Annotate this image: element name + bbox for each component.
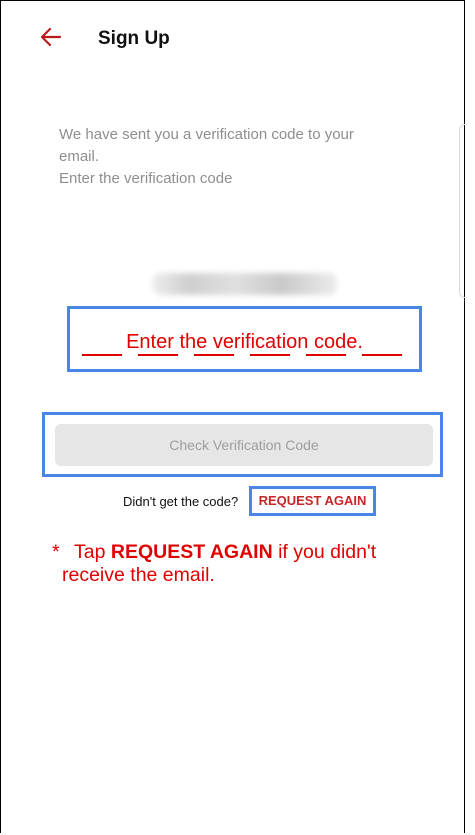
check-verification-code-button[interactable]: Check Verification Code — [55, 424, 433, 466]
instruction-line-3: Enter the verification code — [59, 170, 233, 187]
page-title: Sign Up — [98, 28, 170, 49]
code-input[interactable] — [82, 354, 404, 357]
instruction-line-2: email. — [59, 148, 100, 165]
request-again-button[interactable]: REQUEST AGAIN — [249, 486, 376, 516]
code-digit-2[interactable] — [138, 354, 178, 356]
note-emphasis: REQUEST AGAIN — [110, 541, 273, 563]
note-asterisk: * — [52, 541, 60, 563]
note-line-2: receive the email. — [62, 564, 215, 586]
code-entry-highlight: Enter the verification code. — [67, 306, 422, 372]
verification-instructions: We have sent you a verification code to … — [59, 124, 419, 190]
top-app-bar: Sign Up — [0, 0, 465, 80]
instruction-line-1: We have sent you a verification code to … — [59, 126, 354, 143]
note-suffix: if you didn't — [278, 541, 377, 563]
code-digit-6[interactable] — [362, 354, 402, 356]
note-prefix: Tap — [74, 541, 106, 563]
code-entry-annotation: Enter the verification code. — [126, 331, 363, 353]
code-digit-5[interactable] — [306, 354, 346, 356]
resend-prompt: Didn't get the code? — [123, 494, 239, 509]
code-digit-3[interactable] — [194, 354, 234, 356]
code-digit-1[interactable] — [82, 354, 122, 356]
scroll-indicator — [459, 124, 466, 298]
redacted-email — [152, 273, 337, 295]
code-digit-4[interactable] — [250, 354, 290, 356]
arrow-left-icon[interactable] — [38, 24, 68, 54]
